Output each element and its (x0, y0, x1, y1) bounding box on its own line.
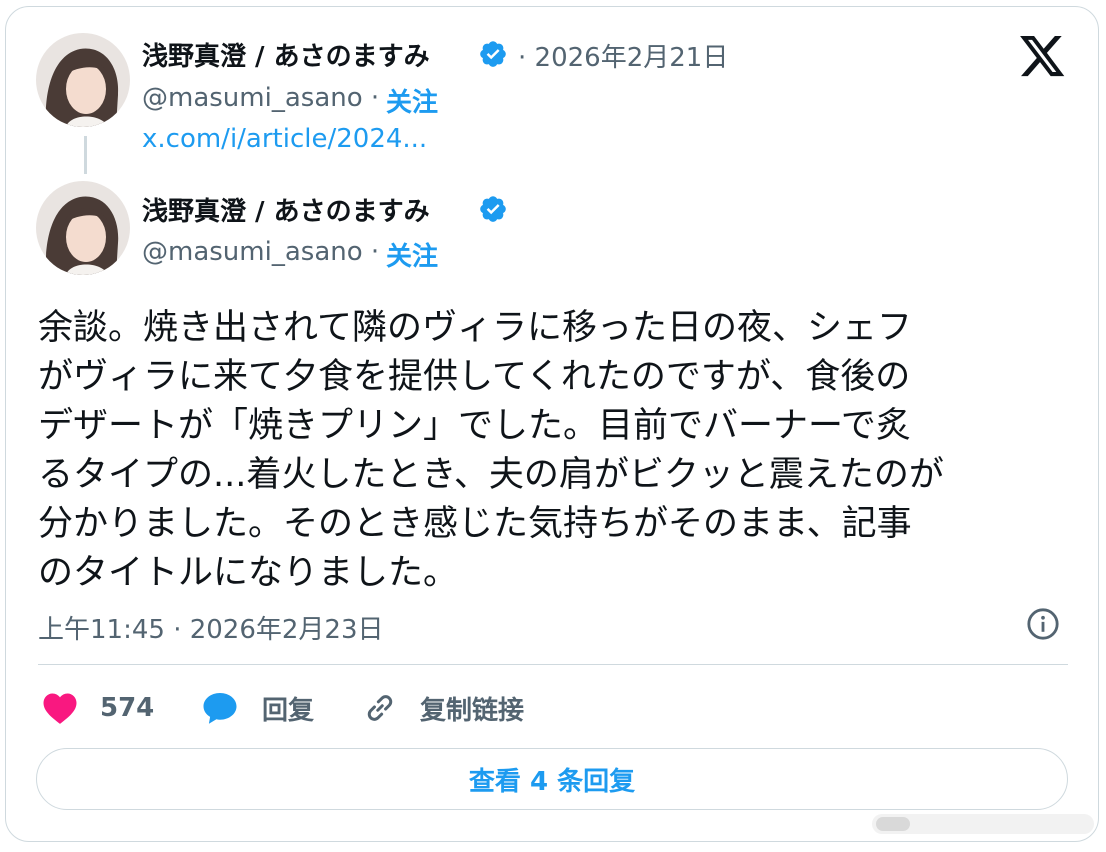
tweet-text-line: のタイトルになりました。 (38, 553, 459, 593)
tweet-text-line: るタイプの...着火したとき、夫の肩がビクッと震えたのが (38, 455, 944, 495)
like-count: 574 (100, 693, 155, 723)
author-handle[interactable]: @masumi_asano · (142, 237, 379, 267)
reply-button[interactable]: 回复 (202, 686, 314, 730)
horizontal-scrollbar[interactable] (872, 812, 1094, 836)
verified-badge-icon (480, 41, 506, 67)
article-link[interactable]: x.com/i/article/2024... (142, 124, 427, 154)
reply-label: 回复 (262, 695, 315, 726)
link-icon (367, 695, 393, 721)
tweet-text-line: がヴィラに来て夕食を提供してくれたのですが、食後の (38, 357, 911, 397)
tweet-text-line: 分かりました。そのとき感じた気持ちがそのまま、記事 (38, 504, 912, 544)
info-icon[interactable] (1026, 607, 1060, 641)
verified-badge-icon (480, 196, 506, 222)
view-replies-button[interactable]: 查看 4 条回复 (36, 748, 1068, 810)
heart-icon (43, 693, 77, 724)
tweet-timestamp[interactable]: 上午11:45 · 2026年2月23日 (38, 609, 384, 646)
author-name[interactable]: 浅野真澄 / あさのますみ (142, 36, 430, 73)
tweet-date[interactable]: · 2026年2月21日 (518, 37, 728, 74)
copy-link-button[interactable]: 复制链接 (362, 686, 524, 730)
follow-button[interactable]: 关注 (386, 82, 438, 119)
copy-link-label: 复制链接 (420, 695, 525, 726)
divider (38, 664, 1068, 665)
like-button[interactable]: 574 (42, 686, 154, 730)
follow-button[interactable]: 关注 (386, 236, 438, 273)
author-handle[interactable]: @masumi_asano · (142, 83, 379, 113)
x-logo-icon[interactable] (1020, 36, 1066, 78)
avatar[interactable] (36, 181, 130, 275)
author-name[interactable]: 浅野真澄 / あさのますみ (142, 191, 430, 228)
tweet-text: 余談。焼き出されて隣のヴィラに移った日の夜、シェフ がヴィラに来て夕食を提供して… (38, 304, 1068, 598)
reply-bubble-icon (203, 693, 237, 724)
tweet-text-line: 余談。焼き出されて隣のヴィラに移った日の夜、シェフ (38, 308, 912, 348)
thread-line (84, 136, 87, 174)
avatar[interactable] (36, 33, 130, 127)
view-replies-label: 查看 4 条回复 (468, 766, 636, 797)
tweet-text-line: デザートが「焼きプリン」でした。目前でバーナーで炙 (38, 406, 911, 446)
